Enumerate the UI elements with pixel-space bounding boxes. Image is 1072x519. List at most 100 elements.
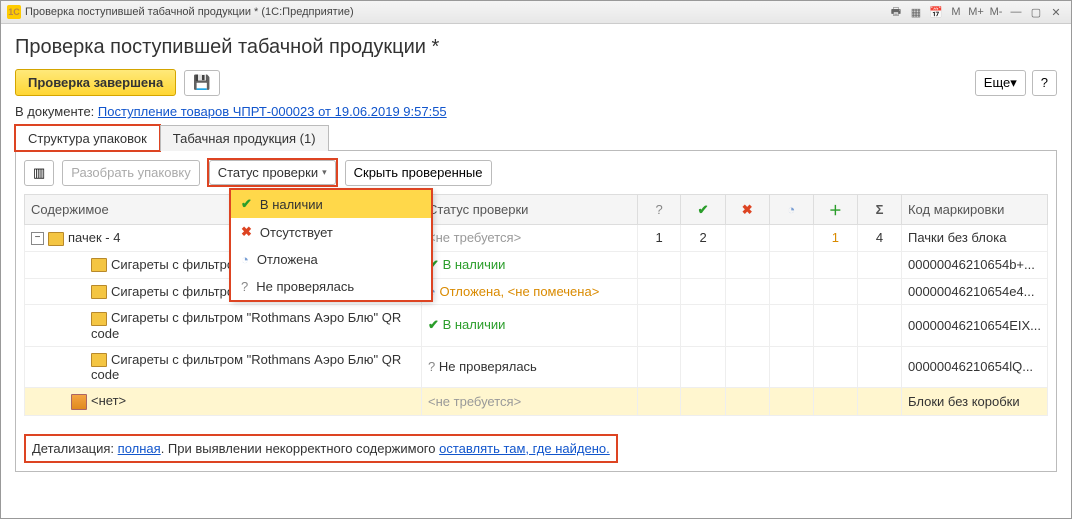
help-button[interactable]: ? [1032,70,1057,96]
cell-name: <нет> [91,393,126,408]
col-clock: ◔ [769,195,813,225]
footer-link-full[interactable]: полная [118,441,161,456]
cell-mark: Блоки без коробки [901,388,1047,416]
titlebar-buttons: 🖶 ▦ 📅 M M+ M- — ▢ ✕ [887,4,1065,20]
footer-prefix: Детализация: [32,441,118,456]
cell-mark: Пачки без блока [901,225,1047,252]
cross-icon: ✖ [742,202,753,217]
check-icon: ✔ [241,196,252,212]
tab-body: ▥ Разобрать упаковку Статус проверки ▾ С… [15,150,1057,472]
hide-checked-button[interactable]: Скрыть проверенные [345,160,492,186]
footer-link-action[interactable]: оставлять там, где найдено. [439,441,610,456]
chevron-down-icon: ▾ [322,167,327,178]
status-dropdown-menu: ✔В наличии ✖Отсутствует ◔Отложена ?Не пр… [230,189,432,301]
dd-in-stock[interactable]: ✔В наличии [231,190,431,218]
cell-status: ✔ В наличии [422,251,638,278]
window-title: Проверка поступившей табачной продукции … [25,6,887,18]
cell-mark: 00000046210654EIX... [901,305,1047,347]
cell-status: <не требуется> [422,225,638,252]
cell-q: 1 [637,225,681,252]
check-icon: ✔ [428,317,439,332]
pack-icon [91,258,107,272]
m-icon[interactable]: M [947,4,965,20]
titlebar: 1C Проверка поступившей табачной продукц… [1,1,1071,24]
pack-icon [91,285,107,299]
box-icon [71,394,87,410]
col-plus: ＋ [813,195,857,225]
check-icon: ✔ [698,202,709,217]
table-row[interactable]: Сигареты с фильтром ◔ Отложена, <не поме… [25,278,1048,305]
complete-button[interactable]: Проверка завершена [15,69,176,96]
cell-sum: 4 [858,225,902,252]
more-button[interactable]: Еще ▾ [975,70,1026,96]
cross-icon: ✖ [241,224,252,240]
cell-mark: 00000046210654lQ... [901,346,1047,388]
sub-toolbar: ▥ Разобрать упаковку Статус проверки ▾ С… [24,159,1048,186]
unpack-button[interactable]: Разобрать упаковку [62,160,199,186]
minimize-icon[interactable]: — [1007,4,1025,20]
cell-status: <не требуется> [422,388,638,416]
pack-icon [91,312,107,326]
dd-postponed[interactable]: ◔Отложена [231,246,431,273]
cell-plus: 1 [813,225,857,252]
app-icon: 1C [7,5,21,19]
m-minus-icon[interactable]: M- [987,4,1005,20]
page-title: Проверка поступившей табачной продукции … [15,36,1057,59]
question-icon: ? [655,202,662,217]
m-plus-icon[interactable]: M+ [967,4,985,20]
cell-clk [769,225,813,252]
status-dropdown[interactable]: Статус проверки ▾ [209,160,336,185]
cell-name: Сигареты с фильтром "Rothmans Аэро Блю" … [91,310,401,341]
col-status: Статус проверки [422,195,638,225]
cell-status: ? Не проверялась [422,346,638,388]
table-row[interactable]: Сигареты с фильтром ✔ В наличии 00000046… [25,251,1048,278]
dd-not-checked[interactable]: ?Не проверялась [231,273,431,300]
doc-link[interactable]: Поступление товаров ЧПРТ-000023 от 19.06… [98,104,447,119]
table-row[interactable]: Сигареты с фильтром "Rothmans Аэро Блю" … [25,305,1048,347]
window: 1C Проверка поступившей табачной продукц… [0,0,1072,519]
doc-label: В документе: [15,104,94,119]
col-miss: ✖ [725,195,769,225]
plus-icon: ＋ [829,203,842,218]
save-button[interactable]: 💾 [184,70,219,96]
calendar-icon[interactable]: 📅 [927,4,945,20]
cell-mark: 00000046210654b+... [901,251,1047,278]
cell-miss [725,225,769,252]
clock-icon: ◔ [241,252,249,267]
close-icon[interactable]: ✕ [1047,4,1065,20]
dd-absent[interactable]: ✖Отсутствует [231,218,431,246]
doc-reference: В документе: Поступление товаров ЧПРТ-00… [15,104,1057,119]
collapse-icon[interactable]: − [31,232,44,245]
maximize-icon[interactable]: ▢ [1027,4,1045,20]
col-sum: Σ [858,195,902,225]
cell-name: Сигареты с фильтром "Rothmans Аэро Блю" … [91,352,401,383]
cell-ok: 2 [681,225,725,252]
cell-status: ✔ В наличии [422,305,638,347]
pack-icon [91,353,107,367]
barcode-button[interactable]: ▥ [24,160,54,186]
table-row[interactable]: <нет> <не требуется> Блоки без коробки [25,388,1048,416]
status-dropdown-label: Статус проверки [218,165,318,180]
chevron-down-icon: ▾ [1010,75,1017,91]
tabs: Структура упаковок Табачная продукция (1… [15,125,1057,151]
col-ok: ✔ [681,195,725,225]
col-mark: Код маркировки [901,195,1047,225]
tab-structure[interactable]: Структура упаковок [15,125,160,151]
grid: Содержимое Статус проверки ? ✔ ✖ ◔ ＋ Σ К… [24,194,1048,416]
table-row[interactable]: − пачек - 4 <не требуется> 1 2 1 4 Пачки … [25,225,1048,252]
question-icon: ? [241,279,248,294]
content: Проверка поступившей табачной продукции … [1,24,1071,480]
save-icon: 💾 [193,74,210,91]
col-question: ? [637,195,681,225]
tab-products[interactable]: Табачная продукция (1) [160,125,329,151]
table-row[interactable]: Сигареты с фильтром "Rothmans Аэро Блю" … [25,346,1048,388]
calc-icon[interactable]: ▦ [907,4,925,20]
cell-name: Сигареты с фильтром [111,284,243,299]
print-icon[interactable]: 🖶 [887,4,905,20]
footer-detail: Детализация: полная. При выявлении некор… [24,434,618,463]
cell-mark: 00000046210654e4... [901,278,1047,305]
footer-mid: . При выявлении некорректного содержимог… [161,441,439,456]
cell-name: пачек - 4 [68,230,120,245]
cell-name: Сигареты с фильтром [111,257,243,272]
folder-icon [48,232,64,246]
